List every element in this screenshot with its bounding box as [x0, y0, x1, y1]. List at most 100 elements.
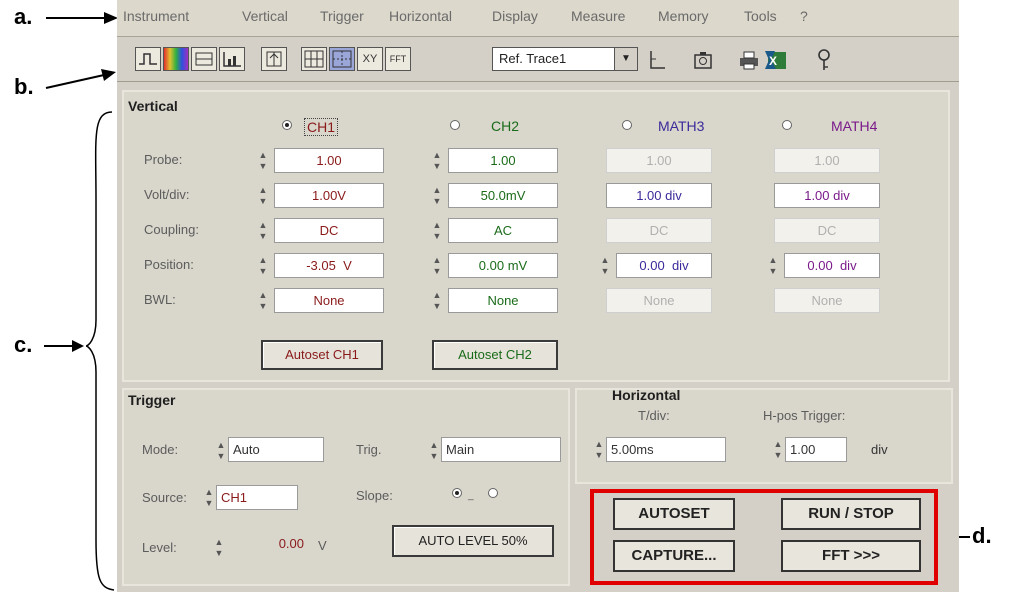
autoset-ch1-button[interactable]: Autoset CH1 — [261, 340, 383, 370]
math4-coupling-field: DC — [774, 218, 880, 243]
ch1-radio[interactable] — [282, 120, 292, 130]
ch2-radio[interactable] — [450, 120, 460, 130]
trigger-trig-field[interactable]: Main — [441, 437, 561, 462]
menu-vertical[interactable]: Vertical — [242, 8, 288, 24]
waveform-icon[interactable] — [135, 47, 161, 71]
math3-header: MATH3 — [658, 118, 705, 134]
menu-display[interactable]: Display — [492, 8, 538, 24]
menu-trigger[interactable]: Trigger — [320, 8, 364, 24]
persistence-icon[interactable] — [163, 47, 189, 71]
tdiv-field[interactable]: 5.00ms — [606, 437, 726, 462]
fft-mode-icon[interactable]: FFT — [385, 47, 411, 71]
menu-horizontal[interactable]: Horizontal — [389, 8, 452, 24]
ch1-position-field[interactable]: -3.05 V — [274, 253, 384, 278]
ch2-position-spinner[interactable]: ▲ ▼ — [432, 255, 442, 277]
trigger-mode-field[interactable]: Auto — [228, 437, 324, 462]
trigger-level-field[interactable]: 0.00 — [228, 532, 310, 557]
trigger-mode-label: Mode: — [142, 442, 179, 457]
ch2-voltdiv-field[interactable]: 50.0mV — [448, 183, 558, 208]
slope-rising-radio[interactable] — [452, 488, 462, 498]
position-label: Position: — [144, 257, 194, 272]
menu-bar: Instrument Vertical Trigger Horizontal D… — [117, 0, 959, 37]
math3-position-field[interactable]: 0.00 div — [616, 253, 712, 278]
hpos-trigger-label: H-pos Trigger: — [763, 408, 846, 423]
grid-dots-icon[interactable] — [329, 47, 355, 71]
ch1-coupling-spinner[interactable]: ▲ ▼ — [258, 220, 268, 242]
math4-voltdiv-field[interactable]: 1.00 div — [774, 183, 880, 208]
trigger-level-spinner[interactable]: ▲ ▼ — [214, 537, 224, 559]
histogram-icon[interactable] — [219, 47, 245, 71]
cursor-icon[interactable] — [261, 47, 287, 71]
trigger-level-unit: V — [318, 538, 327, 553]
math4-bwl-field: None — [774, 288, 880, 313]
menu-memory[interactable]: Memory — [658, 8, 709, 24]
ch2-position-field[interactable]: 0.00 mV — [448, 253, 558, 278]
voltdiv-label: Volt/div: — [144, 187, 190, 202]
trigger-mode-spinner[interactable]: ▲ ▼ — [216, 440, 226, 462]
trigger-slope-label: Slope: — [356, 488, 393, 503]
math4-position-spinner[interactable]: ▲ ▼ — [768, 255, 778, 277]
xy-mode-label: XY — [362, 53, 378, 65]
ch1-probe-field[interactable]: 1.00 — [274, 148, 384, 173]
math3-coupling-field: DC — [606, 218, 712, 243]
trigger-source-label: Source: — [142, 490, 187, 505]
ch2-bwl-field[interactable]: None — [448, 288, 558, 313]
auto-level-button[interactable]: AUTO LEVEL 50% — [392, 525, 554, 557]
ch1-probe-spinner[interactable]: ▲ ▼ — [258, 150, 268, 172]
math4-position-field[interactable]: 0.00 div — [784, 253, 880, 278]
ch2-voltdiv-spinner[interactable]: ▲ ▼ — [432, 185, 442, 207]
math4-radio[interactable] — [782, 120, 792, 130]
chevron-down-icon[interactable]: ▼ — [614, 48, 637, 70]
menu-instrument[interactable]: Instrument — [123, 8, 189, 24]
menu-measure[interactable]: Measure — [571, 8, 625, 24]
vertical-title: Vertical — [128, 98, 178, 114]
ch2-header: CH2 — [491, 118, 520, 134]
horizontal-panel: Horizontal T/div: ▲ ▼ 5.00ms H-pos Trigge… — [575, 387, 953, 484]
highlight-box — [590, 489, 938, 585]
xy-mode-icon[interactable]: XY — [357, 47, 383, 71]
camera-icon[interactable] — [692, 49, 714, 71]
ch1-position-value: -3.05 — [306, 258, 336, 273]
printer-icon[interactable] — [738, 49, 760, 71]
hpos-field[interactable]: 1.00 — [785, 437, 847, 462]
math3-bwl-field: None — [606, 288, 712, 313]
ch1-bwl-spinner[interactable]: ▲ ▼ — [258, 290, 268, 312]
axes-icon[interactable] — [647, 49, 667, 71]
ref-trace-select[interactable]: Ref. Trace1 ▼ — [492, 47, 638, 71]
ch1-position-unit: V — [343, 258, 352, 273]
tdiv-label: T/div: — [638, 408, 670, 423]
ch2-coupling-spinner[interactable]: ▲ ▼ — [432, 220, 442, 242]
ch1-coupling-field[interactable]: DC — [274, 218, 384, 243]
excel-icon[interactable]: X — [762, 47, 788, 73]
math3-voltdiv-field[interactable]: 1.00 div — [606, 183, 712, 208]
autoset-ch2-button[interactable]: Autoset CH2 — [432, 340, 558, 370]
fft-mode-label: FFT — [389, 54, 407, 64]
ch1-voltdiv-field[interactable]: 1.00V — [274, 183, 384, 208]
menu-help[interactable]: ? — [800, 8, 808, 24]
slope-falling-radio[interactable] — [488, 488, 498, 498]
ch1-bwl-field[interactable]: None — [274, 288, 384, 313]
spectrum-icon[interactable] — [191, 47, 217, 71]
math4-header: MATH4 — [831, 118, 878, 134]
menu-tools[interactable]: Tools — [744, 8, 777, 24]
trigger-source-spinner[interactable]: ▲ ▼ — [204, 487, 214, 509]
trigger-source-field[interactable]: CH1 — [216, 485, 298, 510]
math3-position-spinner[interactable]: ▲ ▼ — [600, 255, 610, 277]
svg-text:X: X — [769, 54, 777, 68]
hpos-spinner[interactable]: ▲ ▼ — [773, 439, 783, 461]
grid-icon[interactable] — [301, 47, 327, 71]
ch2-bwl-spinner[interactable]: ▲ ▼ — [432, 290, 442, 312]
ch2-probe-field[interactable]: 1.00 — [448, 148, 558, 173]
toolbar: XY FFT Ref. Trace1 ▼ X — [117, 37, 959, 82]
ch1-position-spinner[interactable]: ▲ ▼ — [258, 255, 268, 277]
trigger-trig-spinner[interactable]: ▲ ▼ — [429, 440, 439, 462]
ch1-voltdiv-spinner[interactable]: ▲ ▼ — [258, 185, 268, 207]
ch2-coupling-field[interactable]: AC — [448, 218, 558, 243]
ch2-probe-spinner[interactable]: ▲ ▼ — [432, 150, 442, 172]
math3-radio[interactable] — [622, 120, 632, 130]
help-icon[interactable] — [817, 48, 833, 72]
trigger-trig-label: Trig. — [356, 442, 382, 457]
coupling-label: Coupling: — [144, 222, 199, 237]
math4-position-unit: div — [839, 258, 857, 273]
tdiv-spinner[interactable]: ▲ ▼ — [594, 439, 604, 461]
